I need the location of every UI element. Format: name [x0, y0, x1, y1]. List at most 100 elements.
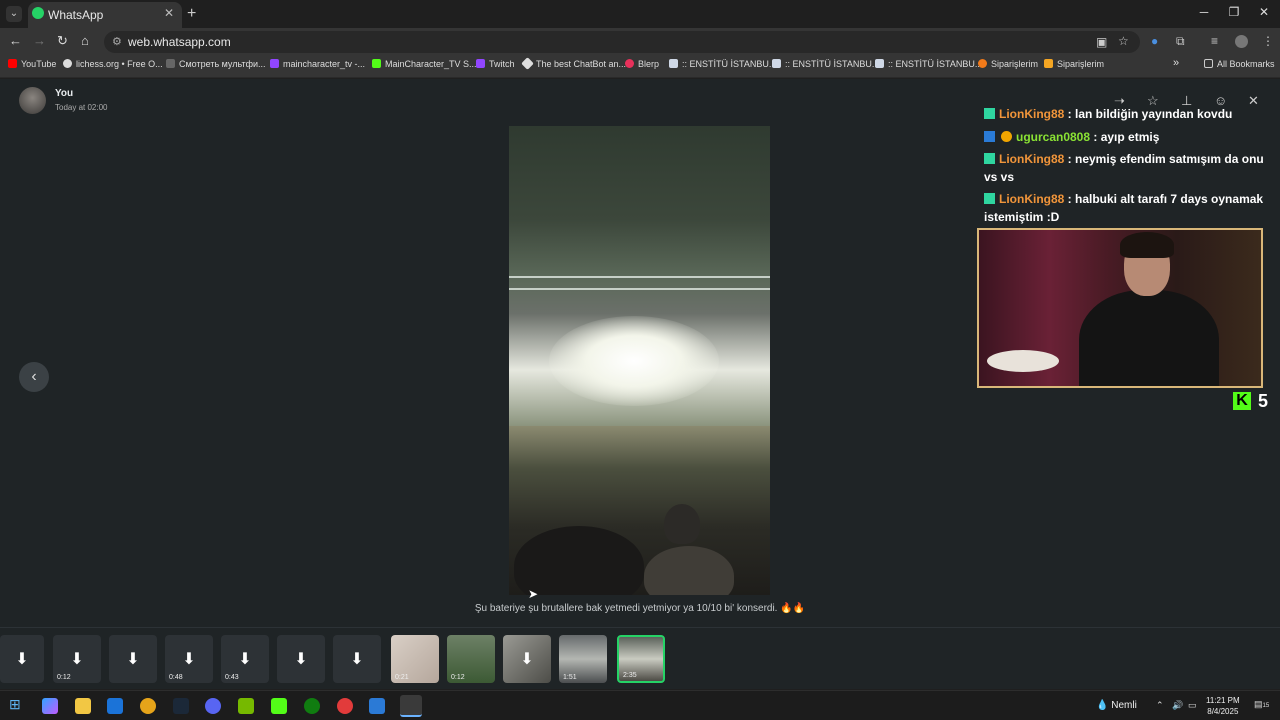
streamer-webcam	[977, 228, 1263, 388]
extensions-puzzle-icon[interactable]: ⧉	[1176, 34, 1185, 49]
steam-icon[interactable]	[173, 698, 189, 714]
reload-button[interactable]: ↻	[57, 33, 68, 49]
bookmark-item[interactable]: maincharacter_tv -...	[270, 59, 365, 69]
thumbnail[interactable]: ⬇	[503, 635, 551, 683]
all-bookmarks-button[interactable]: All Bookmarks	[1204, 59, 1275, 69]
tab-title: WhatsApp	[48, 8, 104, 22]
chrome-active-icon[interactable]	[400, 695, 422, 717]
kick-icon[interactable]	[271, 698, 287, 714]
bookmark-item[interactable]: Twitch	[476, 59, 515, 69]
file-explorer-icon[interactable]	[75, 698, 91, 714]
tab-strip: ⌄ WhatsApp ✕ + ─ ❐ ✕	[0, 0, 1280, 28]
bookmark-item[interactable]: Siparişlerim	[978, 59, 1038, 69]
forward-button[interactable]: →	[33, 33, 46, 48]
thumbnail[interactable]: ⬇	[277, 635, 325, 683]
notifications-icon[interactable]: ▤15	[1254, 699, 1274, 715]
bookmark-item[interactable]: Siparişlerim	[1044, 59, 1104, 69]
close-tab-icon[interactable]: ✕	[164, 6, 174, 20]
video-duration: 0:43	[225, 674, 239, 681]
bookmark-item[interactable]: The best ChatBot an...	[521, 57, 626, 70]
close-window-button[interactable]: ✕	[1249, 5, 1279, 19]
copilot-icon[interactable]	[42, 698, 58, 714]
thumbnail[interactable]: ⬇ 0:43	[221, 635, 269, 683]
clock-date: 8/4/2025	[1207, 707, 1239, 716]
sender-name: You	[55, 88, 74, 99]
thumbnail[interactable]: ⬇	[109, 635, 157, 683]
bookmark-item[interactable]: Смотреть мультфи...	[166, 59, 266, 69]
bookmark-item[interactable]: Blerp	[625, 59, 659, 69]
crowd-head	[664, 504, 700, 544]
home-button[interactable]: ⌂	[81, 33, 89, 48]
download-icon: ⬇	[350, 651, 364, 668]
bookmark-item[interactable]: lichess.org • Free O...	[63, 59, 163, 69]
chrome-icon[interactable]	[140, 698, 156, 714]
bookmark-star-icon[interactable]: ☆	[1118, 34, 1129, 48]
previous-media-button[interactable]: ‹	[19, 362, 49, 392]
extension-icon[interactable]: ●	[1151, 34, 1158, 48]
bookmarks-bar: YouTube lichess.org • Free O... Смотреть…	[0, 56, 1280, 78]
xbox-icon[interactable]	[304, 698, 320, 714]
network-icon[interactable]: ▭	[1188, 700, 1204, 716]
download-icon: ⬇	[294, 651, 308, 668]
outlook-icon[interactable]	[107, 698, 123, 714]
tab-whatsapp[interactable]: WhatsApp ✕	[28, 2, 182, 28]
bookmark-item[interactable]: :: ENSTİTÜ İSTANBU...	[669, 59, 776, 69]
thumbnail[interactable]: ⬇ 0:12	[53, 635, 101, 683]
thumbnail-selected[interactable]: 2:35	[617, 635, 665, 683]
stage-lights	[549, 316, 719, 406]
tray-chevron-icon[interactable]: ⌃	[1156, 700, 1172, 716]
minimize-button[interactable]: ─	[1189, 5, 1219, 19]
chat-message: ugurcan0808 : ayıp etmiş	[984, 128, 1274, 146]
download-icon: ⬇	[15, 651, 29, 668]
back-button[interactable]: ←	[9, 33, 22, 48]
plate	[987, 350, 1059, 372]
address-bar[interactable]: ⚙ web.whatsapp.com ▣ ☆	[104, 31, 1140, 53]
app-icon[interactable]	[369, 698, 385, 714]
streamer-body	[1079, 290, 1219, 386]
thumbnail[interactable]: 0:12	[447, 635, 495, 683]
bookmark-item[interactable]: YouTube	[8, 59, 56, 69]
download-icon: ⬇	[238, 651, 252, 668]
kick-logo-icon: K	[1233, 392, 1251, 410]
clock-time: 11:21 PM	[1206, 696, 1240, 705]
site-info-icon[interactable]: ⚙	[112, 35, 122, 48]
restore-button[interactable]: ❐	[1219, 5, 1249, 19]
clock[interactable]: 11:21 PM 8/4/2025	[1206, 695, 1240, 717]
volume-icon[interactable]: 🔊	[1172, 700, 1188, 716]
nvidia-icon[interactable]	[238, 698, 254, 714]
sent-time: Today at 02:00	[55, 103, 108, 112]
discord-icon[interactable]	[205, 698, 221, 714]
start-icon[interactable]: ⊞	[9, 696, 25, 712]
media-controls-icon[interactable]: ≡	[1211, 34, 1218, 48]
sender-avatar[interactable]	[19, 87, 46, 114]
bookmark-item[interactable]: MainCharacter_TV S...	[372, 59, 477, 69]
video-duration: 0:12	[57, 674, 71, 681]
tab-search-button[interactable]: ⌄	[6, 6, 22, 22]
install-app-icon[interactable]: ▣	[1096, 35, 1107, 49]
download-icon: ⬇	[182, 651, 196, 668]
profile-avatar[interactable]	[1235, 35, 1248, 48]
video-duration: 0:12	[451, 674, 465, 681]
streamer-hair	[1120, 232, 1174, 258]
thumbnail[interactable]: 0:21	[391, 635, 439, 683]
thumbnail[interactable]: ⬇	[0, 635, 44, 683]
bookmark-item[interactable]: :: ENSTİTÜ İSTANBU...	[772, 59, 879, 69]
video-duration: 2:35	[623, 672, 637, 679]
new-tab-button[interactable]: +	[187, 5, 196, 23]
obs-icon[interactable]	[337, 698, 353, 714]
download-icon: ⬇	[70, 651, 84, 668]
thumbnail[interactable]: ⬇	[333, 635, 381, 683]
bookmark-item[interactable]: :: ENSTİTÜ İSTANBU...	[875, 59, 982, 69]
thumbnail[interactable]: ⬇ 0:48	[165, 635, 213, 683]
video-duration: 1:51	[563, 674, 577, 681]
thumbnail[interactable]: 1:51	[559, 635, 607, 683]
concert-video[interactable]	[509, 126, 770, 595]
weather-widget[interactable]: 💧 Nemli	[1096, 700, 1137, 711]
video-duration: 0:48	[169, 674, 183, 681]
stage-truss	[509, 276, 770, 290]
crowd-head	[514, 526, 644, 595]
download-icon: ⬇	[520, 651, 534, 668]
more-bookmarks-icon[interactable]: »	[1173, 57, 1179, 69]
menu-kebab-icon[interactable]: ⋮	[1262, 34, 1274, 48]
subscriber-badge-icon	[984, 108, 995, 119]
